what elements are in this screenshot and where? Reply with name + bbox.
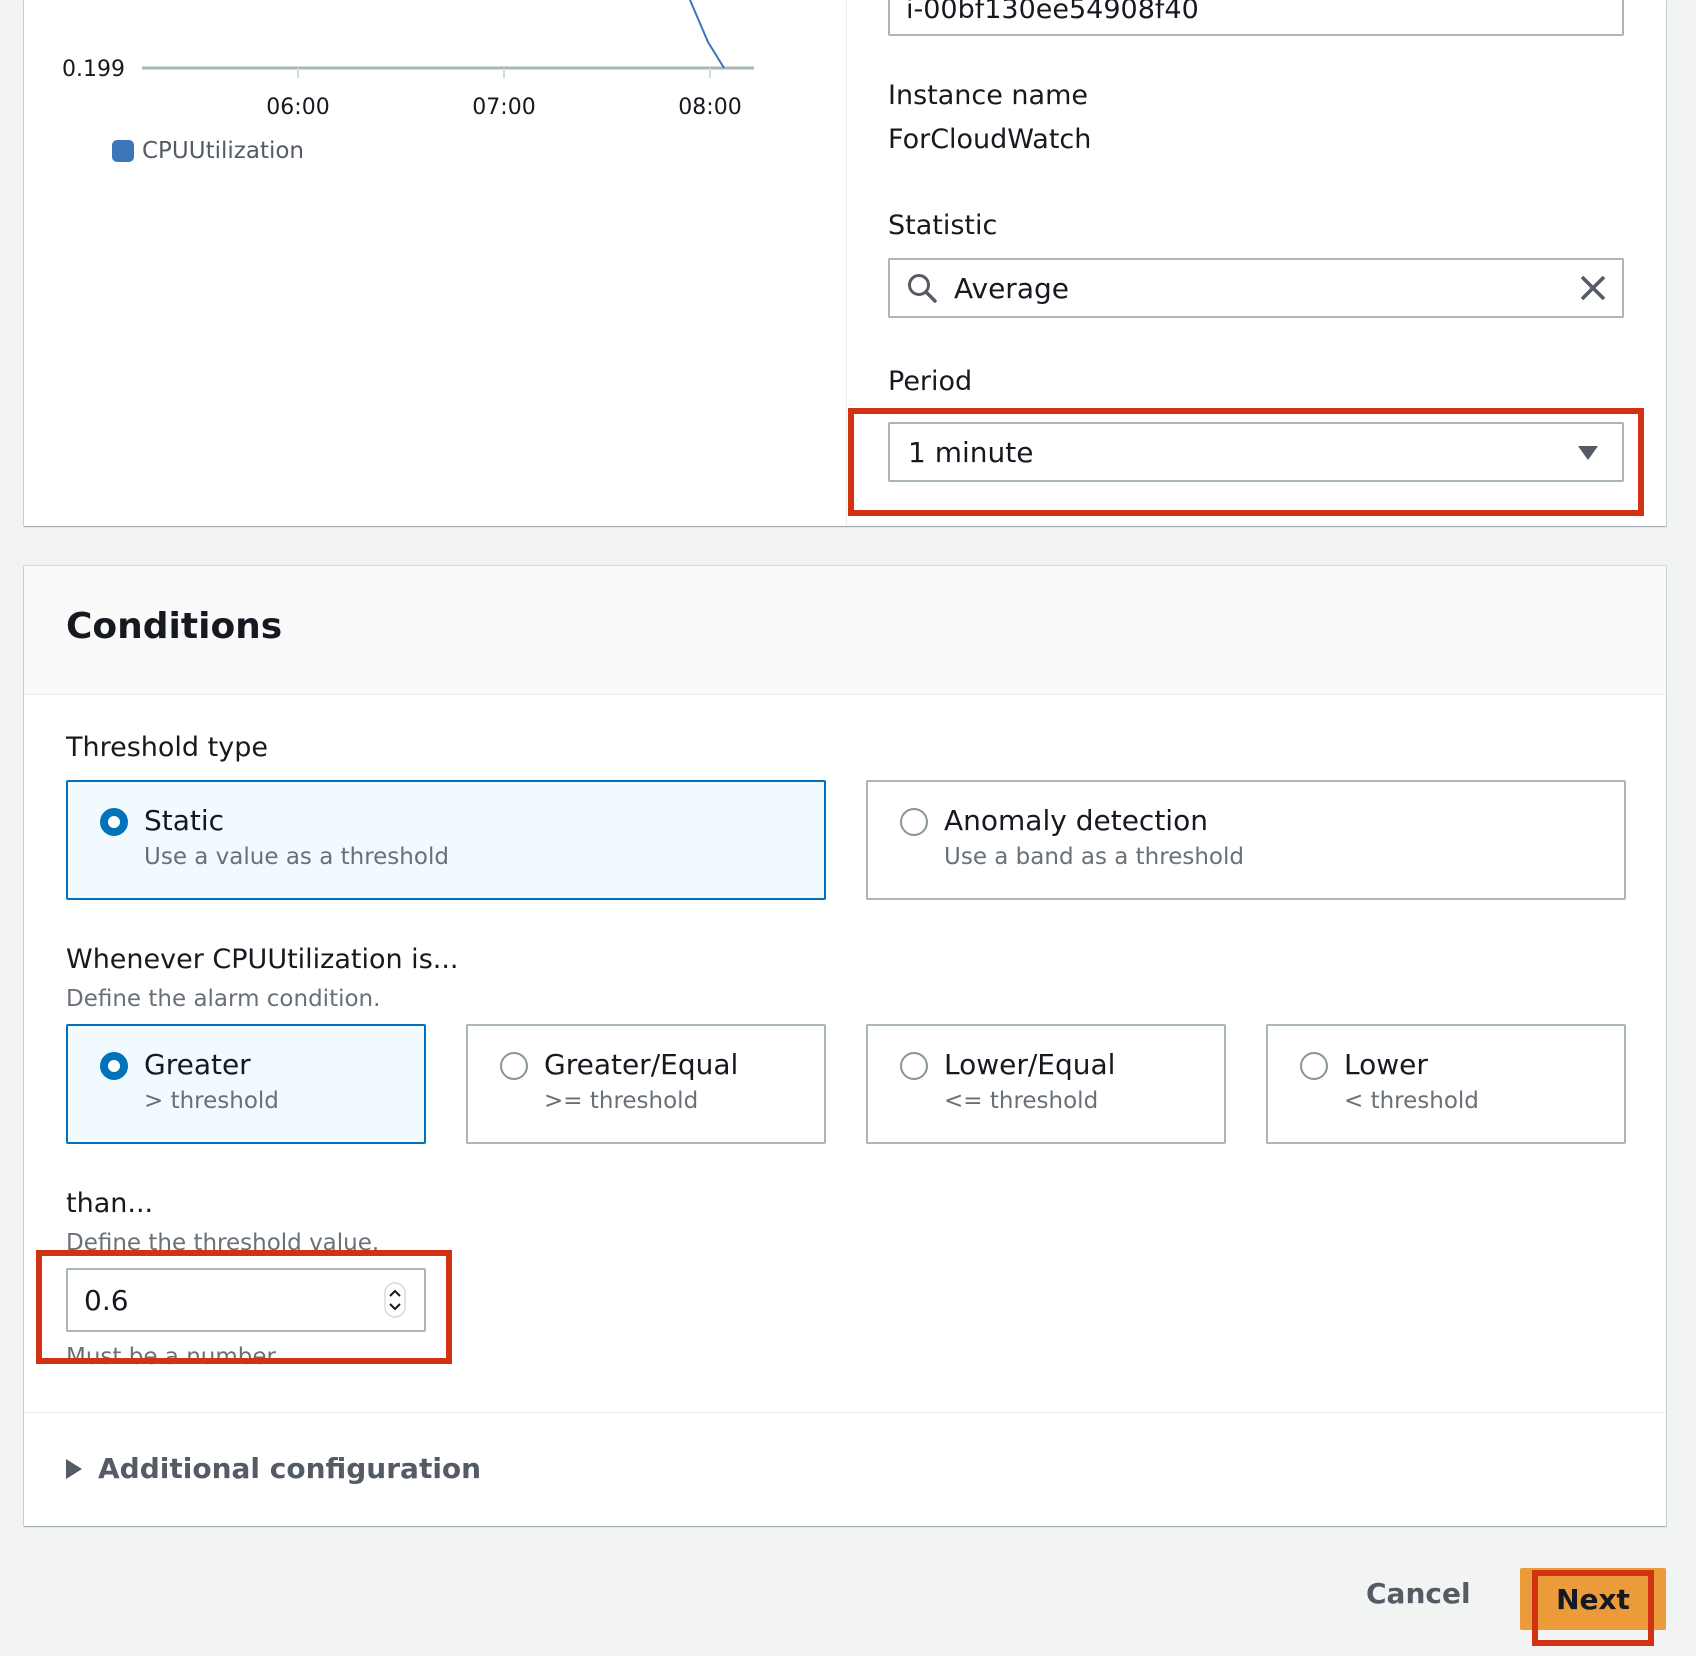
radio-icon[interactable] xyxy=(900,808,928,836)
radio-selected-icon[interactable] xyxy=(100,808,128,836)
legend-swatch xyxy=(112,140,134,162)
instance-id-field[interactable]: i-00bf130ee54908f40 xyxy=(888,0,1624,36)
caret-right-icon xyxy=(66,1458,82,1479)
caret-down-icon xyxy=(1578,446,1598,460)
operator-greater[interactable]: Greater > threshold xyxy=(66,1024,426,1144)
tile-title: Lower/Equal xyxy=(944,1048,1116,1081)
threshold-value: 0.6 xyxy=(84,1284,129,1317)
period-select[interactable]: 1 minute xyxy=(888,422,1624,482)
x-tick-label: 06:00 xyxy=(266,95,329,120)
instance-name-value: ForCloudWatch xyxy=(888,124,1092,155)
y-tick-label: 0.199 xyxy=(62,57,125,82)
instance-id-value: i-00bf130ee54908f40 xyxy=(906,0,1199,25)
statistic-select[interactable]: Average xyxy=(888,258,1624,318)
tile-subtitle: < threshold xyxy=(1344,1088,1479,1114)
threshold-type-label: Threshold type xyxy=(66,732,268,763)
chart-svg: 0.199 06:00 07:00 08:00 xyxy=(62,0,754,120)
than-label: than... xyxy=(66,1188,154,1219)
additional-configuration-label: Additional configuration xyxy=(98,1452,482,1485)
operator-lower[interactable]: Lower < threshold xyxy=(1266,1024,1626,1144)
than-description: Define the threshold value. xyxy=(66,1230,380,1256)
tile-title: Static xyxy=(144,804,225,837)
legend-label: CPUUtilization xyxy=(142,138,305,164)
tile-title: Greater/Equal xyxy=(544,1048,739,1081)
statistic-label: Statistic xyxy=(888,210,998,241)
whenever-label: Whenever CPUUtilization is... xyxy=(66,944,459,975)
x-tick-label: 07:00 xyxy=(472,95,535,120)
whenever-description: Define the alarm condition. xyxy=(66,986,381,1012)
tile-subtitle: Use a value as a threshold xyxy=(144,844,449,870)
radio-icon[interactable] xyxy=(900,1052,928,1080)
tile-subtitle: <= threshold xyxy=(944,1088,1099,1114)
close-icon[interactable] xyxy=(1578,273,1608,303)
tile-subtitle: >= threshold xyxy=(544,1088,699,1114)
period-label: Period xyxy=(888,366,973,397)
search-icon xyxy=(908,274,937,303)
threshold-value-input[interactable]: 0.6 xyxy=(66,1268,426,1332)
statistic-value: Average xyxy=(954,271,1069,305)
conditions-title: Conditions xyxy=(66,606,283,647)
radio-selected-icon[interactable] xyxy=(100,1052,128,1080)
section-divider xyxy=(24,1412,1666,1413)
operator-greater-equal[interactable]: Greater/Equal >= threshold xyxy=(466,1024,826,1144)
conditions-header: Conditions xyxy=(24,566,1666,695)
additional-configuration-toggle[interactable]: Additional configuration xyxy=(66,1452,481,1485)
tile-subtitle: > threshold xyxy=(144,1088,279,1114)
stepper-icon[interactable] xyxy=(384,1282,406,1318)
next-button[interactable]: Next xyxy=(1520,1568,1666,1630)
x-tick-label: 08:00 xyxy=(678,95,741,120)
period-value: 1 minute xyxy=(908,435,1034,469)
metric-panel: 0.199 06:00 07:00 08:00 CPUUtilization i… xyxy=(24,0,1666,526)
chart-legend[interactable]: CPUUtilization xyxy=(112,138,304,164)
tile-title: Lower xyxy=(1344,1048,1428,1081)
threshold-type-static[interactable]: Static Use a value as a threshold xyxy=(66,780,826,900)
series-line-cpuutilization xyxy=(689,0,725,69)
radio-icon[interactable] xyxy=(1300,1052,1328,1080)
tile-title: Greater xyxy=(144,1048,251,1081)
cancel-button[interactable]: Cancel xyxy=(1360,1576,1477,1611)
tile-title: Anomaly detection xyxy=(944,804,1208,837)
conditions-panel: Conditions Threshold type Static Use a v… xyxy=(24,566,1666,1526)
panel-divider xyxy=(846,0,847,526)
threshold-hint: Must be a number. xyxy=(66,1344,282,1370)
operator-lower-equal[interactable]: Lower/Equal <= threshold xyxy=(866,1024,1226,1144)
instance-name-label: Instance name xyxy=(888,80,1088,111)
radio-icon[interactable] xyxy=(500,1052,528,1080)
metric-chart: 0.199 06:00 07:00 08:00 CPUUtilization xyxy=(24,0,846,526)
threshold-type-anomaly-detection[interactable]: Anomaly detection Use a band as a thresh… xyxy=(866,780,1626,900)
tile-subtitle: Use a band as a threshold xyxy=(944,844,1244,870)
